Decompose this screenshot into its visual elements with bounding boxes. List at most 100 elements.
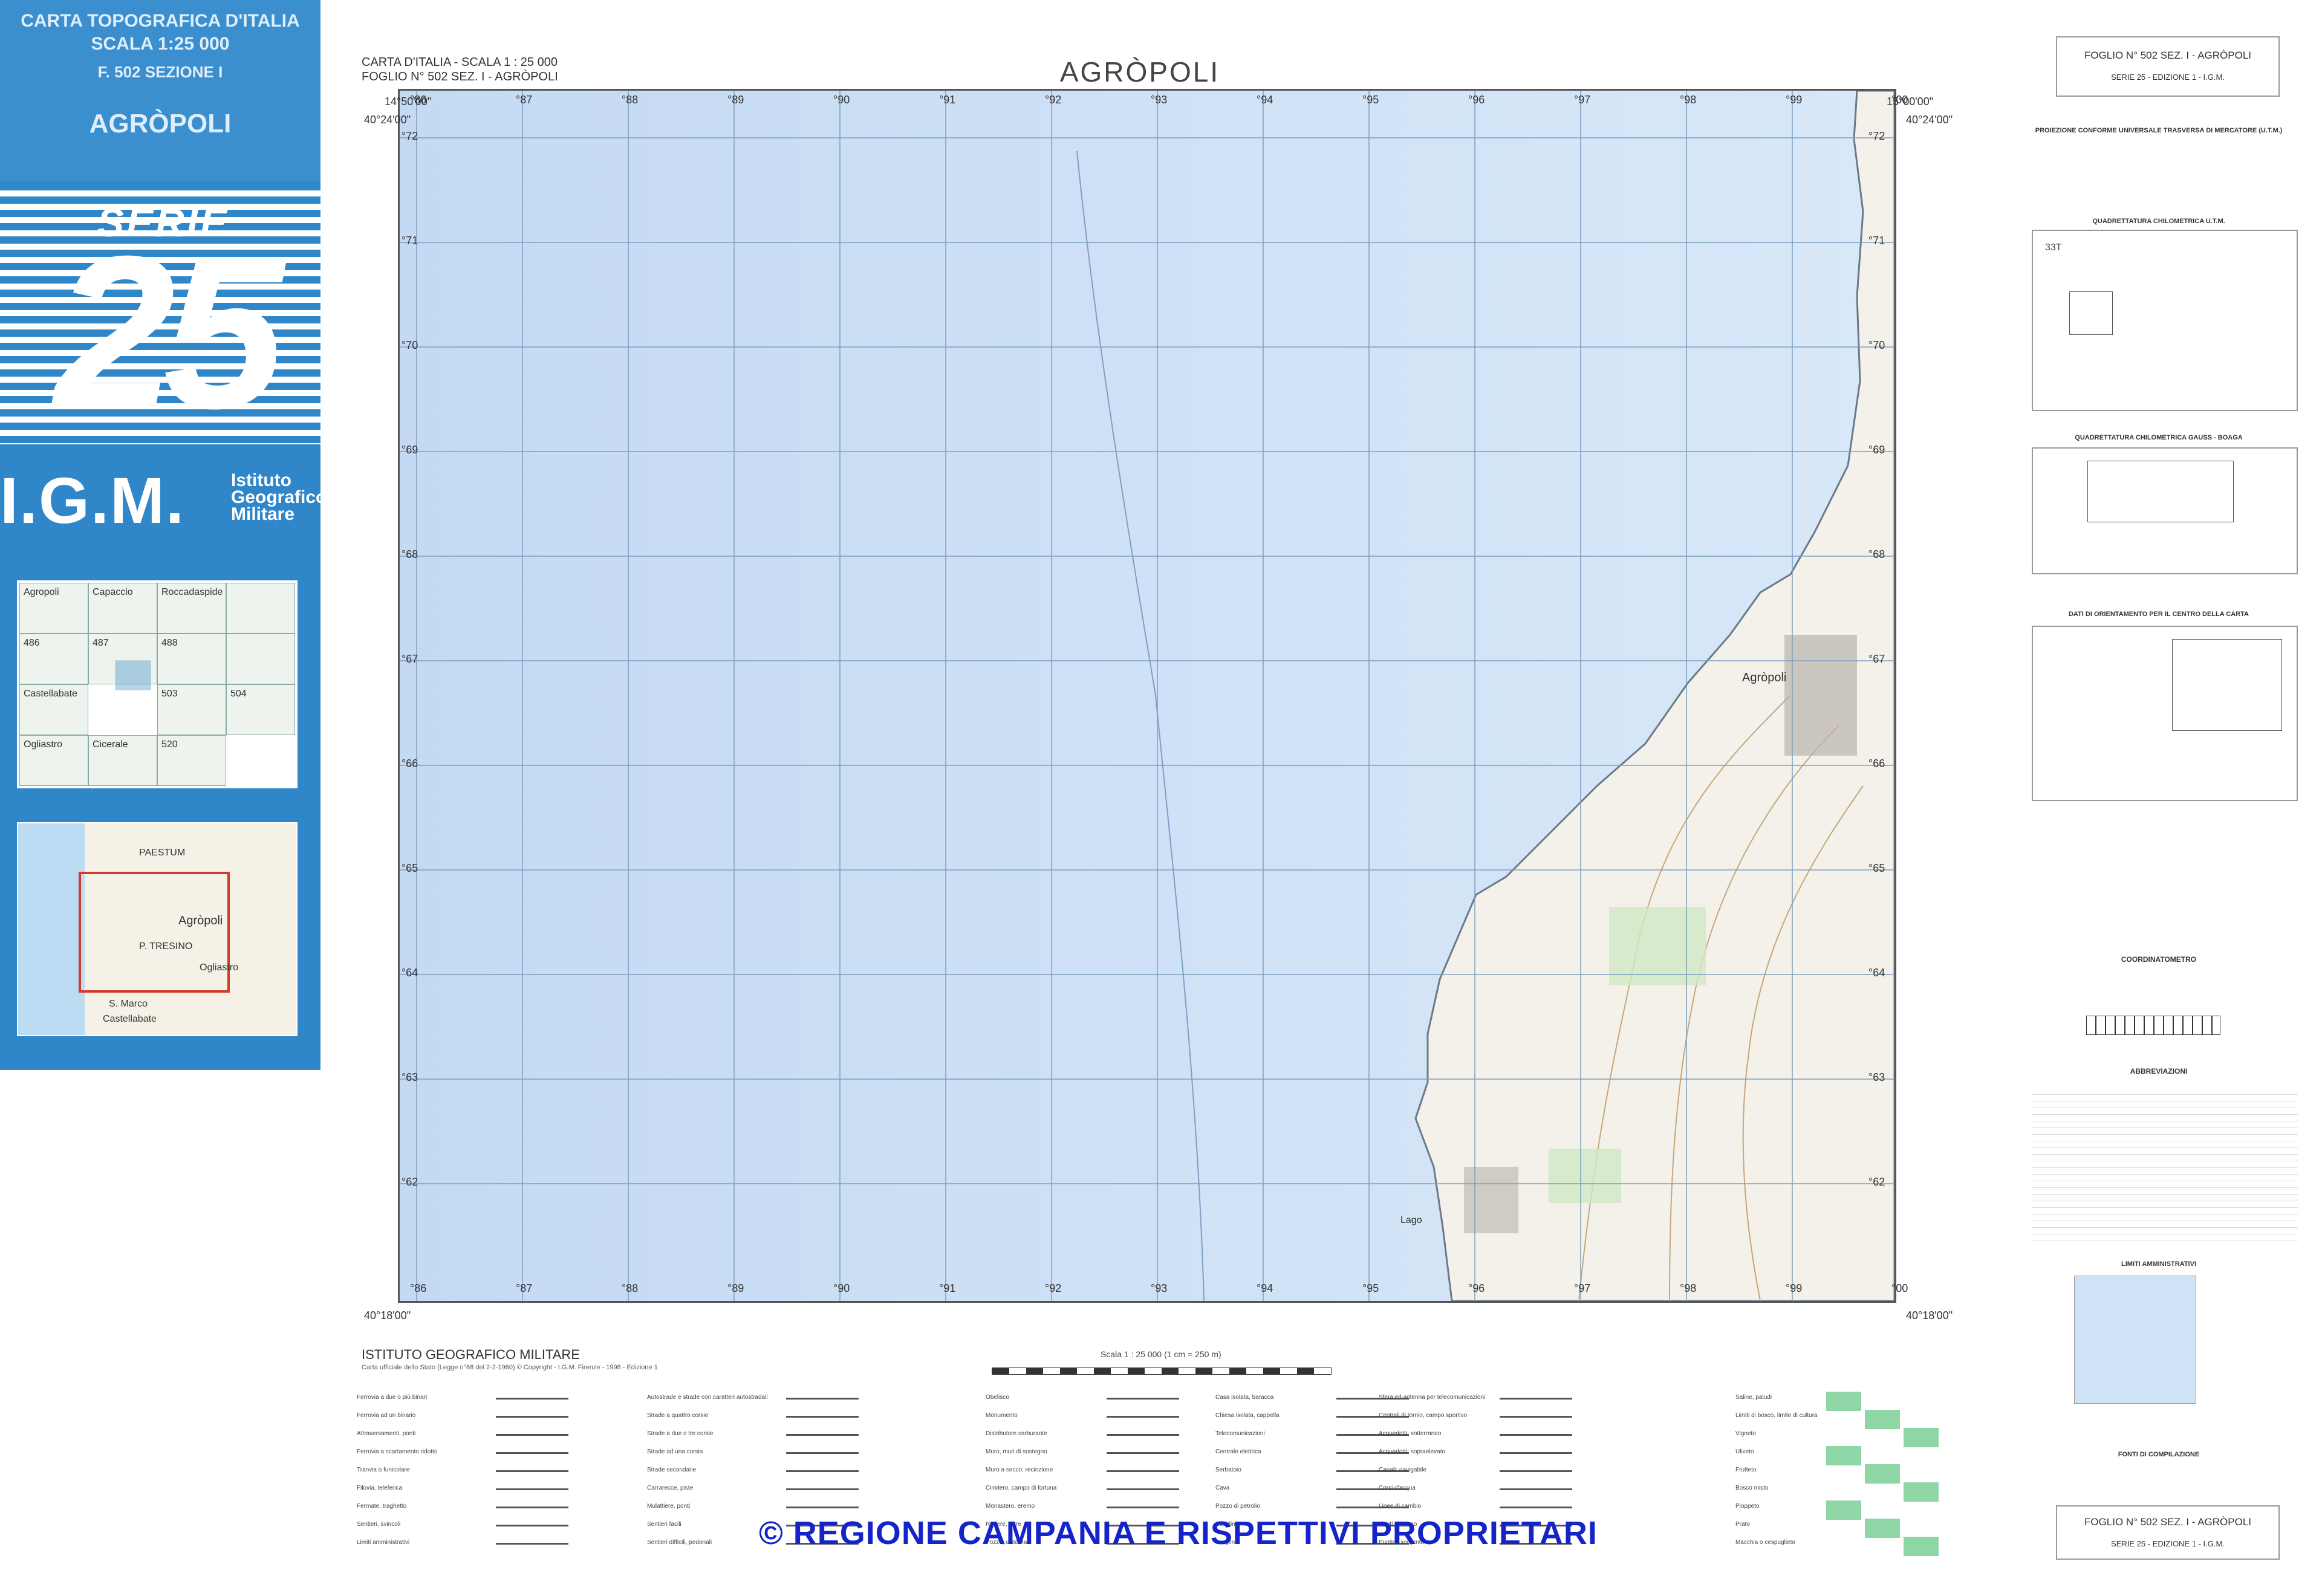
legend-item: Mulattiere, ponti [647, 1503, 691, 1510]
grid-label-x: °97 [1574, 94, 1591, 106]
legend-item: Chiesa isolata, cappella [1215, 1412, 1280, 1419]
grid-label-x: °95 [1362, 94, 1379, 106]
legend-item: Linee di cambio [1379, 1503, 1422, 1510]
index-cell: Agropoli [19, 583, 88, 634]
legend-symbol [1107, 1452, 1179, 1454]
index-cell: Cicerale [88, 735, 157, 786]
coord-title: COORDINATOMETRO [2121, 955, 2197, 964]
legend-column-1: Ferrovia a due o più binari Ferrovia ad u… [357, 1390, 623, 1566]
grid-label-y: °67 [402, 653, 418, 665]
grid-label-y: °70 [402, 339, 418, 351]
legend-item: Strade a due o tre corsie [647, 1430, 714, 1437]
legend-item: Autostrade e strade con caratteri autost… [647, 1394, 768, 1401]
grid-label-y: °62 [402, 1176, 418, 1188]
grid-label-x: °92 [1045, 94, 1062, 106]
index-cell: 520 [157, 735, 226, 786]
legend-item: Acquedotti: sopraelevato [1379, 1448, 1446, 1455]
legend-item: Ferrovia ad un binario [357, 1412, 416, 1419]
legend-item: Obelisco [986, 1394, 1009, 1401]
orient-diagram [2172, 639, 2282, 731]
legend-symbol [1500, 1398, 1572, 1400]
grid-label-y: °64 [402, 967, 418, 979]
grid-label-y: °65 [402, 862, 418, 874]
grid-label-x: °87 [516, 1282, 533, 1294]
legend-item: Tranvia o funicolare [357, 1467, 410, 1473]
legend-item: Centrali di tornio, campo sportivo [1379, 1412, 1468, 1419]
orient-title: DATI DI ORIENTAMENTO PER IL CENTRO DELLA… [2068, 611, 2249, 618]
town-area [1464, 1167, 1518, 1233]
legend-swatch [1826, 1500, 1861, 1520]
index-cell: Castellabate [19, 684, 88, 735]
grid-label-x: °94 [1257, 94, 1273, 106]
legend-item: Carrarecce, piste [647, 1485, 694, 1491]
vegetation-patch [1549, 1149, 1621, 1203]
legend-item: Sentieri difficili, pedonali [647, 1539, 712, 1546]
index-cell: Ogliastro [19, 735, 88, 786]
legend-column-6: Saline, paludi Limiti di bosco, limite di… [1735, 1390, 1939, 1566]
limits-map [2074, 1276, 2196, 1404]
grid-label-x: °93 [1151, 94, 1168, 106]
zone-label: 33T [2045, 242, 2062, 253]
scale-label: Scala 1 : 25 000 (1 cm = 250 m) [1101, 1349, 1221, 1359]
grid-label-x: °88 [622, 1282, 639, 1294]
legend-symbol [1107, 1434, 1179, 1436]
sheet-label-bottom: FOGLIO N° 502 SEZ. I - AGRÒPOLI SERIE 25… [2056, 1505, 2280, 1560]
cover-title-line3: F. 502 SEZIONE I [97, 63, 223, 81]
legend-item: Ferrovia a scartamento ridotto [357, 1448, 438, 1455]
grid-label-y: °71 [402, 235, 418, 247]
locator-label: Ogliastro [200, 962, 239, 973]
copyright-watermark: © REGIONE CAMPANIA E RISPETTIVI PROPRIET… [759, 1515, 1598, 1551]
legend-symbol [1107, 1398, 1179, 1400]
legend-swatch [1904, 1482, 1939, 1502]
abbr-title: ABBREVIAZIONI [2130, 1067, 2188, 1075]
scale-bar [992, 1367, 1332, 1375]
corner-top-right: 40°24'00" [1906, 114, 1953, 126]
utm-diagram [2069, 291, 2113, 335]
legend-item: Cimitero, campo di fortuna [986, 1485, 1057, 1491]
legend-item: Monastero, eremo [986, 1503, 1035, 1510]
legend-item: Saline, paludi [1735, 1394, 1772, 1401]
topographic-map[interactable]: Agròpoli Lago [398, 89, 1899, 1303]
grid-label-y: °68 [402, 548, 418, 560]
index-cell [226, 583, 295, 634]
cover-title-line2: SCALA 1:25 000 [91, 34, 230, 54]
legend-swatch [1904, 1537, 1939, 1556]
legend-symbol [786, 1434, 859, 1436]
grid-label-x: °91 [939, 94, 956, 106]
grid-label-x: °87 [516, 94, 533, 106]
legend-symbol [1500, 1488, 1572, 1490]
legend-item: Casa isolata, baracca [1215, 1394, 1274, 1401]
place-label-lago: Lago [1400, 1215, 1422, 1225]
legend-item: Monumento [986, 1412, 1018, 1419]
legend-symbol [496, 1543, 568, 1545]
legend-item: Limiti di bosco, limite di cultura [1735, 1412, 1818, 1419]
index-cell: 486 [19, 634, 88, 684]
grid-label-y: °66 [402, 757, 418, 770]
legend-symbol [786, 1452, 859, 1454]
legend-symbol [1107, 1416, 1179, 1418]
legend-item: Muro a secco, recinzione [986, 1467, 1053, 1473]
legend-symbol [786, 1507, 859, 1508]
grid-label-x: °97 [1574, 1282, 1591, 1294]
left-cover-panel: CARTA TOPOGRAFICA D'ITALIA SCALA 1:25 00… [0, 0, 320, 1070]
gauss-table [2087, 461, 2234, 522]
legend-item: Fermate, traghetto [357, 1503, 407, 1510]
legend-item: Distributore carburante [986, 1430, 1047, 1437]
grid-label-x: °94 [1257, 1282, 1273, 1294]
index-cell: Capaccio [88, 583, 157, 634]
legend-item: Serbatoio [1215, 1467, 1241, 1473]
legend-symbol [786, 1488, 859, 1490]
sources-title: FONTI DI COMPILAZIONE [2118, 1451, 2200, 1458]
cover-title-line4: AGRÒPOLI [89, 109, 232, 138]
legend-item: Uliveto [1735, 1448, 1754, 1455]
grid-label-x: °00 [1891, 1282, 1908, 1294]
legend-item: Macchia o cespuglieto [1735, 1539, 1795, 1546]
utm-box: 33T [2032, 230, 2298, 411]
grid-label-y: °72 [402, 130, 418, 142]
index-cell [226, 634, 295, 684]
index-cell: 488 [157, 634, 226, 684]
locator-label: Agròpoli [178, 914, 223, 927]
cover-title-line1: CARTA TOPOGRAFICA D'ITALIA [21, 11, 300, 31]
place-label-agropoli: Agròpoli [1742, 671, 1787, 684]
grid-label-x: °99 [1786, 1282, 1803, 1294]
